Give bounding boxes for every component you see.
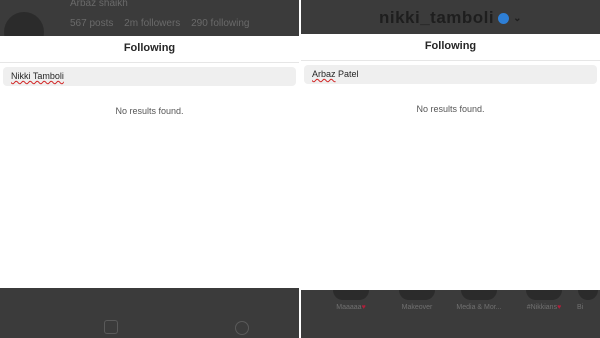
story-highlight-cover [578,290,598,300]
heart-icon: ♥ [557,304,562,311]
story-highlight[interactable]: Makeover [394,290,440,311]
following-modal: Following Nikki Tamboli No results found… [0,36,299,288]
compass-icon[interactable] [235,321,249,335]
heart-icon: ♥ [361,304,366,311]
background-bottom-nav [0,300,299,338]
story-highlight-cover [333,290,369,300]
search-input[interactable]: Nikki Tamboli [3,67,296,86]
left-screenshot: Arbaz shaikh 567 posts 2m followers 290 … [0,0,299,338]
story-highlight[interactable]: #Nikkians♥ [521,290,567,311]
no-results-message: No results found. [115,106,184,116]
posts-count: 567 posts [70,18,114,29]
modal-title: Following [424,40,477,52]
no-results-message: No results found. [416,104,485,114]
following-count[interactable]: 290 following [191,18,249,29]
story-highlight-cover [399,290,435,300]
story-highlight-label: Makeover [401,304,433,311]
story-highlight[interactable]: Maaaaa♥ [328,290,374,311]
verified-badge-icon [498,13,510,25]
search-word-arbaz: Arbaz [312,69,336,79]
following-modal: Following Arbaz Patel No results found. [301,34,600,290]
story-highlight-label: Maaaaa [336,304,362,311]
story-highlight-label: Media & Mor... [456,304,502,311]
profile-title: nikki_tamboli ⌄ [301,8,600,28]
story-highlight[interactable]: Media & Mor... [456,290,502,311]
story-highlight-cover [526,290,562,300]
search-input[interactable]: Arbaz Patel [304,65,597,84]
profile-username: Arbaz shaikh [70,0,128,9]
modal-header: Following [0,36,299,63]
search-input-value: Nikki Tamboli [11,71,64,81]
camera-icon[interactable] [104,320,118,334]
background-profile-header: Arbaz shaikh 567 posts 2m followers 290 … [0,0,299,52]
followers-count[interactable]: 2m followers [124,18,180,29]
story-highlight-label: #Nikkians [526,304,558,311]
story-highlights: Maaaaa♥ Makeover Media & Mor... #Nikkian… [301,290,600,338]
chevron-down-icon[interactable]: ⌄ [513,13,522,24]
profile-username: nikki_tamboli [378,8,495,27]
modal-header: Following [301,34,600,61]
modal-title: Following [123,42,176,54]
story-highlight-cover [461,290,497,300]
story-highlight[interactable]: Bi [577,290,599,311]
search-word-rest: Patel [335,69,359,79]
story-highlight-label: Bi [577,304,584,311]
search-input-value: Arbaz Patel [312,69,359,79]
right-screenshot: nikki_tamboli ⌄ Following Arbaz Patel No … [301,0,600,338]
profile-stats: 567 posts 2m followers 290 following [70,18,257,29]
